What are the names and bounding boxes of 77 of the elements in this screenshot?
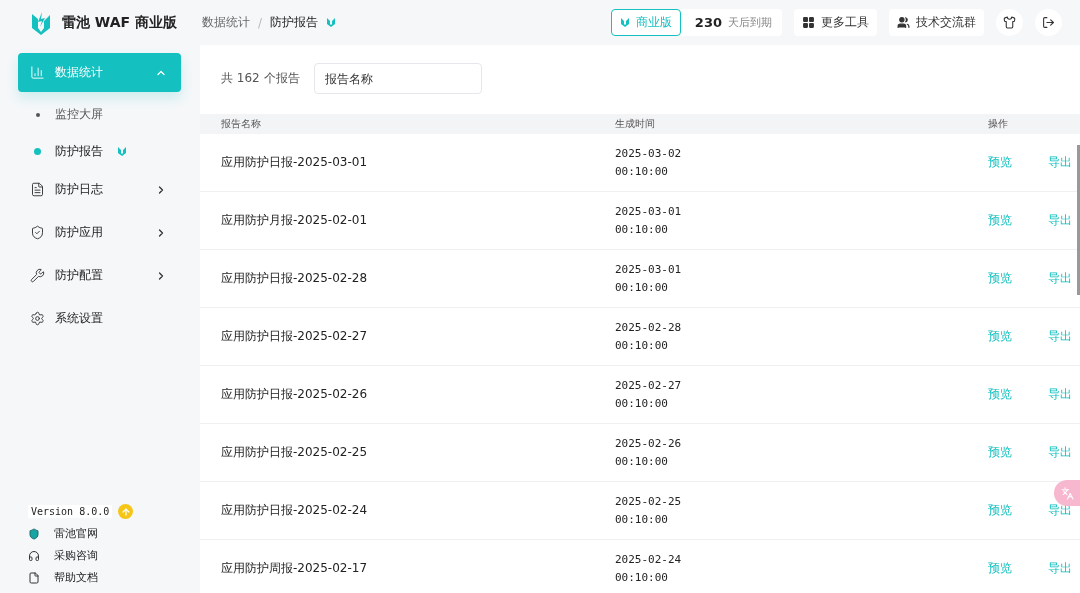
search-field[interactable]: 报告名称 — [313, 63, 482, 94]
scrollbar[interactable] — [1077, 145, 1080, 295]
action-link[interactable]: 预览 — [988, 270, 1048, 287]
nav-subitem[interactable]: 防护报告 — [55, 143, 103, 160]
table-cell-text: 2025-03-01 00:10:00 — [615, 203, 683, 238]
table-cell-text: 应用防护月报-2025-02-01 — [221, 212, 369, 229]
translate-icon[interactable] — [1054, 480, 1080, 506]
table-cell-text: 2025-02-26 00:10:00 — [615, 435, 683, 470]
table-cell-text: 应用防护日报-2025-02-26 — [221, 386, 369, 403]
action-link[interactable]: 预览 — [988, 444, 1048, 461]
table-cell-text: 2025-03-01 00:10:00 — [615, 261, 683, 296]
grid-icon — [802, 16, 815, 29]
badge-icon — [619, 17, 630, 28]
shirt-icon — [1003, 16, 1016, 29]
shield-icon — [30, 225, 45, 240]
app-title: 雷池 WAF 商业版 — [62, 13, 177, 32]
footer-link[interactable]: 帮助文档 — [28, 570, 200, 585]
table-cell-text: 应用防护周报-2025-02-17 — [221, 560, 369, 577]
breadcrumb-item[interactable]: 数据统计 — [202, 14, 250, 31]
logout-icon — [1042, 16, 1055, 29]
breadcrumb-separator: / — [258, 15, 263, 30]
tools-icon — [30, 268, 45, 283]
theme-button[interactable] — [996, 9, 1023, 36]
badge-icon — [117, 146, 127, 157]
table-cell-text: 2025-02-24 00:10:00 — [615, 551, 683, 586]
action-link[interactable]: 预览 — [988, 502, 1048, 519]
bar-chart-icon — [30, 65, 45, 80]
days-label: 天后到期 — [728, 15, 772, 30]
table-cell-text: 2025-02-27 00:10:00 — [615, 377, 683, 412]
tool-button[interactable]: 更多工具 — [794, 9, 877, 36]
action-link[interactable]: 导出 — [1048, 386, 1080, 403]
action-link[interactable]: 导出 — [1048, 444, 1080, 461]
table-cell-text: 应用防护日报-2025-02-24 — [221, 502, 369, 519]
action-link[interactable]: 导出 — [1048, 270, 1080, 287]
table-cell-text: 应用防护日报-2025-03-01 — [221, 154, 369, 171]
nav-item[interactable]: 防护日志 — [18, 170, 181, 209]
action-link[interactable]: 预览 — [988, 154, 1048, 171]
badge-icon — [326, 17, 337, 28]
breadcrumb-item: 防护报告 — [270, 14, 319, 31]
action-link[interactable]: 导出 — [1048, 328, 1080, 345]
action-link[interactable]: 导出 — [1048, 212, 1080, 229]
version-label: Version 8.0.0 — [28, 505, 113, 518]
footer-link[interactable]: 雷池官网 — [28, 526, 200, 541]
table-cell-text: 应用防护日报-2025-02-28 — [221, 270, 369, 287]
tool-button[interactable]: 技术交流群 — [889, 9, 984, 36]
nav-item[interactable]: 数据统计 — [18, 53, 181, 92]
users-icon — [897, 16, 910, 29]
column-header: 报告名称 — [221, 117, 262, 131]
shield-icon — [28, 527, 40, 540]
table-cell-text: 2025-02-25 00:10:00 — [615, 493, 683, 528]
edition-button[interactable]: 商业版 — [610, 9, 681, 36]
action-link[interactable]: 预览 — [988, 212, 1048, 229]
nav-item[interactable]: 防护应用 — [18, 213, 181, 252]
action-link[interactable]: 预览 — [988, 386, 1048, 403]
action-link[interactable]: 预览 — [988, 328, 1048, 345]
settings-icon — [30, 311, 45, 326]
headset-icon — [28, 549, 40, 562]
action-link[interactable]: 预览 — [988, 560, 1048, 577]
nav-item[interactable]: 防护配置 — [18, 256, 181, 295]
table-cell-text: 2025-03-02 00:10:00 — [615, 145, 683, 180]
table-cell-text: 应用防护日报-2025-02-25 — [221, 444, 369, 461]
action-link[interactable]: 导出 — [1048, 154, 1080, 171]
document-icon — [30, 182, 45, 197]
footer-link[interactable]: 采购咨询 — [28, 548, 200, 563]
report-count: 共 162 个报告 — [221, 70, 300, 87]
table-cell-text: 应用防护日报-2025-02-27 — [221, 328, 369, 345]
nav-item[interactable]: 系统设置 — [18, 299, 181, 338]
logout-button[interactable] — [1035, 9, 1062, 36]
column-header: 操作 — [988, 117, 1009, 131]
nav-subitem[interactable]: 监控大屏 — [55, 106, 103, 123]
action-link[interactable]: 导出 — [1048, 502, 1080, 519]
table-cell-text: 2025-02-28 00:10:00 — [615, 319, 683, 354]
update-icon[interactable] — [118, 504, 134, 519]
column-header: 生成时间 — [615, 117, 656, 131]
document-icon — [28, 571, 40, 584]
action-link[interactable]: 导出 — [1048, 560, 1080, 577]
days-count: 230 — [694, 15, 722, 30]
